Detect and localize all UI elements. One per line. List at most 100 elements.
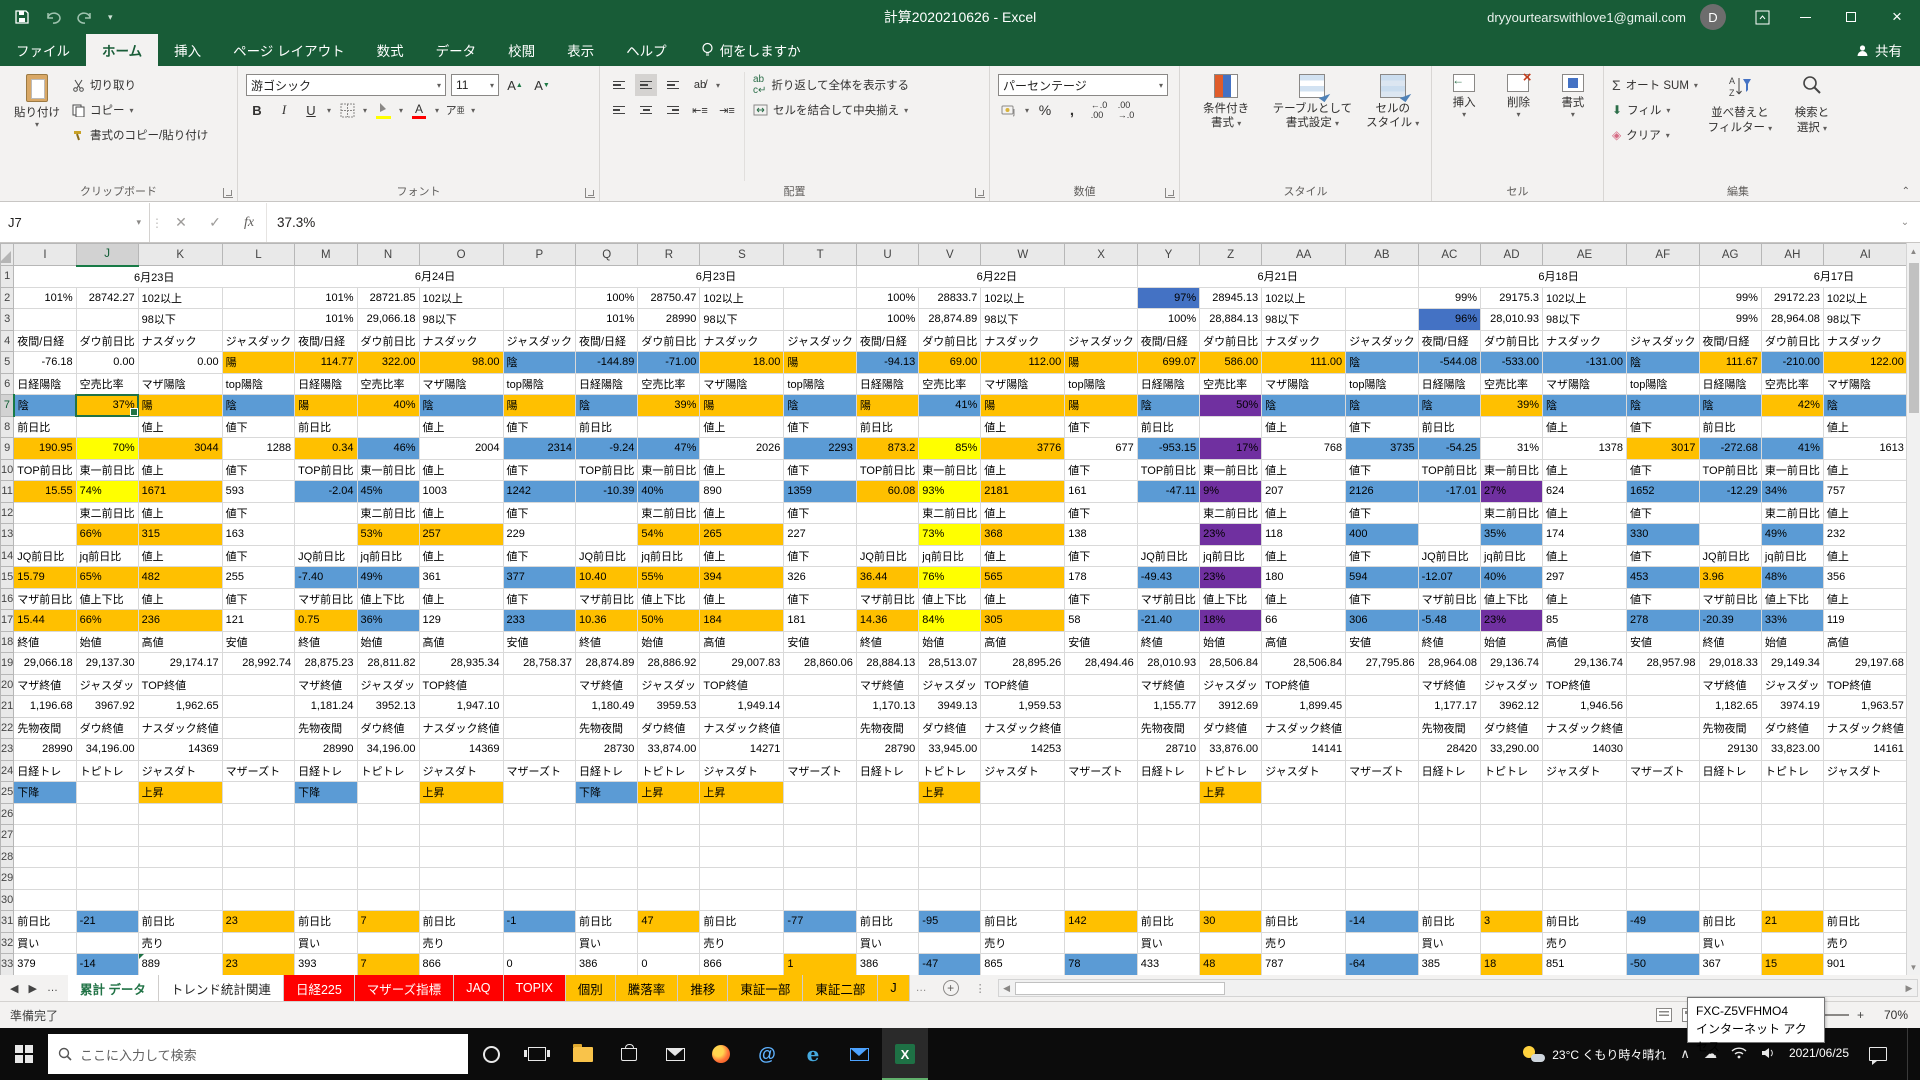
cell[interactable] — [1065, 717, 1137, 739]
cell[interactable] — [357, 889, 419, 911]
cell[interactable] — [1137, 782, 1199, 804]
cell[interactable]: top陽陰 — [1346, 373, 1418, 395]
phonetic-guide-icon[interactable]: ア亜 — [444, 99, 466, 121]
cell[interactable]: 114.77 — [295, 352, 357, 374]
cell[interactable]: 305 — [981, 610, 1065, 632]
cell[interactable]: 値上 — [1262, 545, 1346, 567]
cell[interactable]: マザ終値 — [1699, 674, 1761, 696]
cell[interactable]: 東一前日比 — [1200, 459, 1262, 481]
cell[interactable]: 27,795.86 — [1346, 653, 1418, 675]
cell[interactable]: ナスダック — [1823, 330, 1906, 352]
cell[interactable] — [1346, 782, 1418, 804]
row-header-29[interactable]: 29 — [1, 868, 14, 890]
cell[interactable]: 東一前日比 — [76, 459, 138, 481]
row-header-26[interactable]: 26 — [1, 803, 14, 825]
column-header-M[interactable]: M — [295, 244, 357, 266]
cell[interactable]: 先物夜間 — [295, 717, 357, 739]
cell[interactable]: 前日比 — [576, 416, 638, 438]
cell[interactable]: 東二前日比 — [1761, 502, 1823, 524]
row-header-31[interactable]: 31 — [1, 911, 14, 933]
cell[interactable]: -49 — [1627, 911, 1699, 933]
cell[interactable]: 高値 — [419, 631, 503, 653]
cell[interactable] — [1065, 825, 1137, 847]
cell[interactable]: 高値 — [700, 631, 784, 653]
cell[interactable] — [357, 825, 419, 847]
cell[interactable]: ダウ終値 — [357, 717, 419, 739]
cell[interactable]: -1 — [503, 911, 575, 933]
action-center-icon[interactable] — [1869, 1047, 1887, 1061]
cell[interactable] — [1627, 825, 1699, 847]
cell[interactable]: 121 — [222, 610, 294, 632]
cell[interactable]: マザ終値 — [14, 674, 76, 696]
cell[interactable]: 始値 — [1481, 631, 1543, 653]
cell[interactable] — [919, 868, 981, 890]
align-right-icon[interactable] — [662, 99, 684, 121]
cell[interactable]: 夜間/日経 — [14, 330, 76, 352]
cell[interactable]: 14.36 — [856, 610, 918, 632]
cell[interactable]: ナスダック — [419, 330, 503, 352]
cell[interactable] — [784, 309, 856, 331]
cell[interactable]: 陰 — [1627, 352, 1699, 374]
cell[interactable] — [981, 782, 1065, 804]
cell[interactable]: ダウ前日比 — [638, 330, 700, 352]
edge-icon[interactable]: e — [790, 1028, 836, 1080]
cell[interactable]: 28,506.84 — [1200, 653, 1262, 675]
cell[interactable]: 安値 — [1065, 631, 1137, 653]
cell[interactable]: -95 — [919, 911, 981, 933]
cell[interactable]: 18% — [1200, 610, 1262, 632]
cell[interactable] — [1418, 524, 1480, 546]
cell[interactable]: 29,197.68 — [1823, 653, 1906, 675]
cell[interactable]: 陰 — [222, 395, 294, 417]
cell[interactable]: 207 — [1262, 481, 1346, 503]
cell[interactable]: マザ陽陰 — [981, 373, 1065, 395]
cell[interactable] — [700, 803, 784, 825]
sheet-tab-JAQ[interactable]: JAQ — [454, 975, 503, 1001]
cell[interactable]: 100% — [856, 287, 918, 309]
cell[interactable]: 先物夜間 — [1418, 717, 1480, 739]
cell[interactable] — [1065, 309, 1137, 331]
cell[interactable] — [576, 803, 638, 825]
cell[interactable]: 119 — [1823, 610, 1906, 632]
cell[interactable]: 101% — [14, 287, 76, 309]
cell[interactable]: 陽 — [856, 395, 918, 417]
cell[interactable]: 69.00 — [919, 352, 981, 374]
cell[interactable] — [1346, 309, 1418, 331]
cell[interactable]: JQ前日比 — [1699, 545, 1761, 567]
undo-icon[interactable] — [44, 10, 62, 24]
cell[interactable]: 売り — [419, 932, 503, 954]
cell[interactable]: 空売比率 — [1200, 373, 1262, 395]
cell[interactable] — [700, 825, 784, 847]
cell[interactable]: -272.68 — [1699, 438, 1761, 460]
cell[interactable] — [1543, 825, 1627, 847]
cell[interactable]: 売り — [138, 932, 222, 954]
cell[interactable] — [503, 309, 575, 331]
avatar[interactable]: D — [1700, 4, 1726, 30]
cell[interactable]: 178 — [1065, 567, 1137, 589]
column-header-O[interactable]: O — [419, 244, 503, 266]
cell[interactable]: 始値 — [919, 631, 981, 653]
cell[interactable]: 値上 — [1823, 545, 1906, 567]
cell[interactable] — [1346, 932, 1418, 954]
cell[interactable]: 306 — [1346, 610, 1418, 632]
cell[interactable]: ダウ前日比 — [1761, 330, 1823, 352]
cell[interactable]: 前日比 — [1137, 416, 1199, 438]
cell[interactable]: -64 — [1346, 954, 1418, 976]
column-header-AG[interactable]: AG — [1699, 244, 1761, 266]
cell[interactable] — [1065, 674, 1137, 696]
cancel-formula-icon[interactable]: ✕ — [164, 203, 198, 242]
sheet-overflow-left[interactable]: … — [47, 982, 58, 994]
cell[interactable]: 陽 — [222, 352, 294, 374]
cell[interactable]: -94.13 — [856, 352, 918, 374]
cell[interactable]: 値上 — [1543, 459, 1627, 481]
column-header-J[interactable]: J — [76, 244, 138, 266]
cell[interactable]: 前日比 — [1418, 911, 1480, 933]
cell[interactable]: 値上 — [419, 545, 503, 567]
cell[interactable]: 41% — [1761, 438, 1823, 460]
cell[interactable] — [222, 309, 294, 331]
cell[interactable]: 値下 — [784, 459, 856, 481]
cell[interactable]: 21 — [1761, 911, 1823, 933]
cell[interactable]: 102以上 — [981, 287, 1065, 309]
share-button[interactable]: 共有 — [1838, 34, 1920, 66]
cell[interactable]: 1671 — [138, 481, 222, 503]
cell[interactable]: 陰 — [1346, 352, 1418, 374]
